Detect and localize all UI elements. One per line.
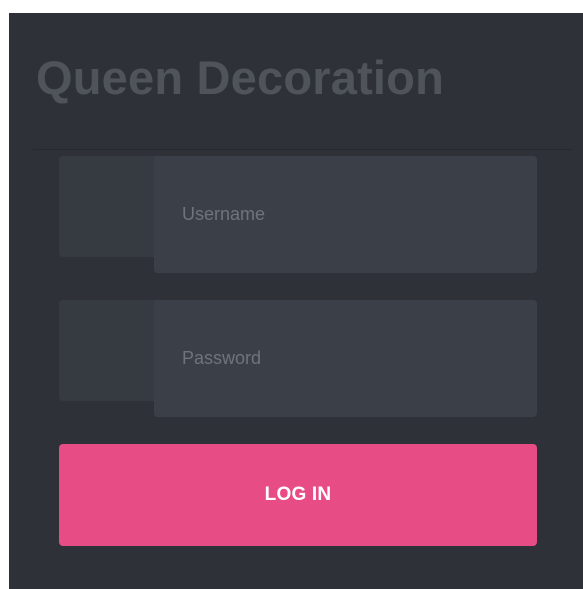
- title-divider: [33, 149, 573, 150]
- login-panel: Queen Decoration LOG IN: [9, 13, 583, 589]
- password-input[interactable]: [154, 300, 537, 417]
- username-input[interactable]: [154, 156, 537, 273]
- page-title: Queen Decoration: [36, 51, 445, 104]
- username-field: [59, 156, 537, 273]
- lock-icon: [59, 300, 159, 401]
- login-button[interactable]: LOG IN: [59, 444, 537, 546]
- password-field: [59, 300, 537, 417]
- user-icon: [59, 156, 159, 257]
